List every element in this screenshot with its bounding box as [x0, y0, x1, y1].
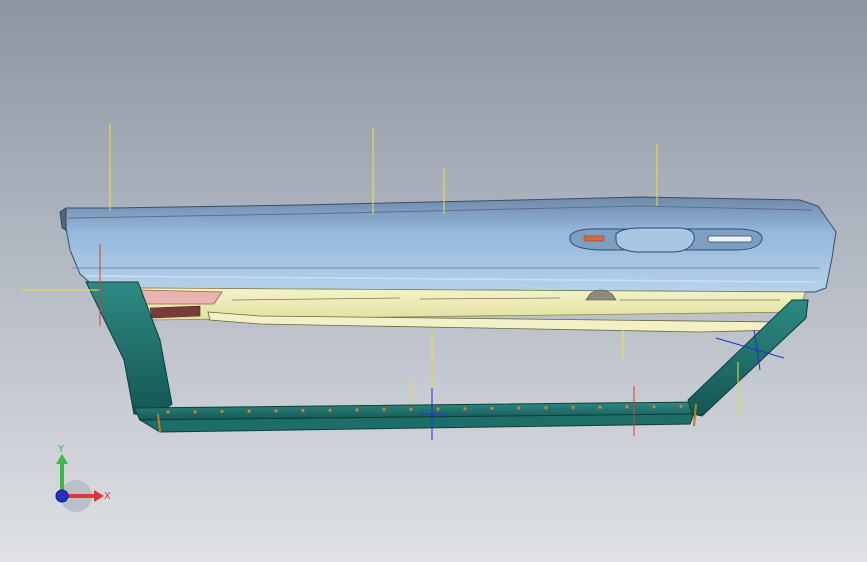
- rivet: [355, 408, 359, 412]
- rivet: [463, 407, 467, 411]
- rivet: [301, 408, 305, 413]
- model-scene[interactable]: Y X: [0, 0, 867, 562]
- rivet: [382, 408, 386, 412]
- x-arrow-icon: [94, 490, 104, 502]
- rivet: [436, 407, 440, 411]
- rivet: [328, 408, 332, 412]
- rivet: [652, 405, 656, 409]
- axis-triad[interactable]: Y X: [55, 444, 111, 512]
- rivet: [625, 405, 629, 409]
- inner-liner[interactable]: [139, 287, 806, 333]
- x-axis-label: X: [104, 491, 111, 502]
- cad-viewport[interactable]: Y X: [0, 0, 867, 562]
- rivet: [247, 409, 251, 413]
- z-axis-icon: [55, 489, 69, 503]
- rivet: [166, 410, 170, 414]
- rivet: [220, 409, 224, 413]
- rivet: [517, 406, 521, 410]
- rivet: [571, 405, 575, 410]
- rivet: [679, 404, 683, 408]
- door-handle-recess[interactable]: [569, 227, 763, 253]
- rivet: [193, 410, 197, 414]
- rivet: [544, 406, 548, 410]
- y-arrow-icon: [56, 454, 68, 464]
- y-axis-label: Y: [57, 444, 65, 455]
- rivet: [274, 409, 278, 413]
- rivet: [409, 407, 413, 411]
- rivet: [598, 405, 602, 409]
- rivet: [490, 406, 494, 410]
